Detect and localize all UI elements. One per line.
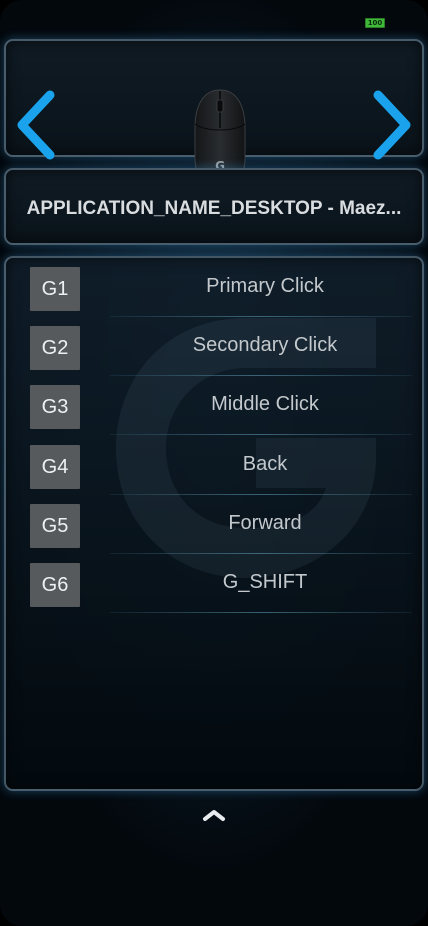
assignment-action: Back (242, 452, 288, 475)
g-key-badge: G4 (30, 444, 80, 489)
next-device-button[interactable] (370, 89, 414, 161)
assignment-action: G_SHIFT (222, 570, 308, 593)
assignment-row-g3[interactable]: G3 Middle Click (6, 376, 422, 436)
assignment-action: Secondary Click (192, 334, 338, 357)
assignment-action: Forward (228, 511, 302, 534)
assignment-row-g1[interactable]: G1 Primary Click (6, 258, 422, 317)
assignment-row-g5[interactable]: G5 Forward (6, 495, 422, 554)
g-key-badge: G3 (30, 385, 80, 430)
assignment-row-g6[interactable]: G6 G_SHIFT (6, 554, 422, 613)
battery-indicator: 100 (365, 18, 385, 28)
g-key-badge: G2 (30, 326, 80, 371)
assignment-row-g4[interactable]: G4 Back (6, 436, 422, 495)
app-screen: 100 G APPLICATION_NAME_DESKTOP - Maez...… (0, 0, 428, 926)
g-key-badge: G5 (30, 503, 80, 548)
g-key-badge: G1 (30, 267, 80, 311)
application-name: APPLICATION_NAME_DESKTOP - Maez... (26, 197, 402, 219)
row-divider (110, 611, 412, 613)
g-key-badge: G6 (30, 562, 80, 607)
previous-device-button[interactable] (14, 89, 58, 161)
assignment-action: Middle Click (211, 393, 319, 416)
button-assignment-list: G1 Primary Click G2 Secondary Click G3 M… (4, 256, 424, 791)
chevron-up-icon[interactable] (200, 805, 228, 825)
device-selector: G (4, 39, 424, 189)
application-profile-bar[interactable]: APPLICATION_NAME_DESKTOP - Maez... (4, 168, 424, 245)
assignment-action: Primary Click (206, 275, 324, 297)
assignment-row-g2[interactable]: G2 Secondary Click (6, 317, 422, 377)
